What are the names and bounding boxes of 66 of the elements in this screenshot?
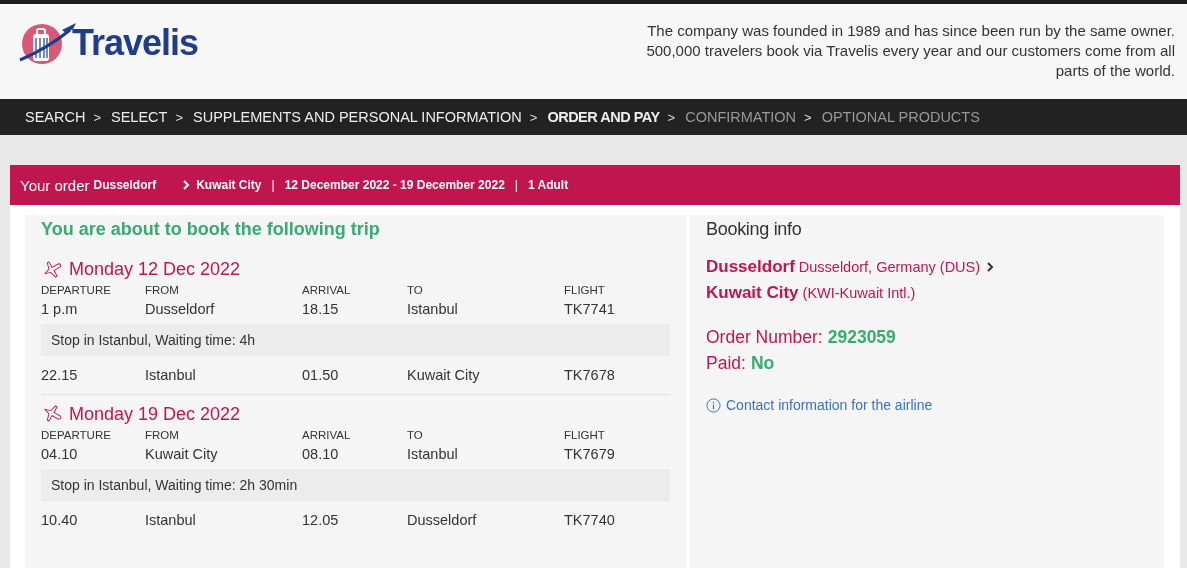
chevron-icon: [986, 262, 995, 272]
flight-cell-text: 12.05: [302, 511, 340, 530]
flight-cell-text: Istanbul: [407, 300, 459, 319]
leg-date: Monday 12 Dec 2022: [69, 258, 241, 280]
origin-city: Dusseldorf: [706, 257, 795, 277]
column-header: ARRIVAL: [302, 428, 352, 443]
column-header: FROM: [145, 428, 180, 443]
flight-cell-text: 04.10: [41, 445, 79, 464]
flight-cell-text: 08.10: [302, 445, 340, 464]
flight-cell-text: 1 p.m: [41, 300, 79, 319]
order-detail: 1 Adult: [527, 178, 569, 192]
breadcrumb-separator: >: [667, 109, 676, 125]
order-number-label: Order Number:: [706, 326, 823, 348]
breadcrumb-step[interactable]: SUPPLEMENTS AND PERSONAL INFORMATION: [193, 109, 522, 125]
flight-cell-text: Dusseldorf: [407, 511, 478, 530]
order-origin: Dusseldorf: [93, 178, 157, 192]
column-header: FLIGHT: [564, 283, 606, 298]
flight-cell-text: TK7740: [564, 511, 616, 530]
flight-cell-text: Istanbul: [407, 445, 459, 464]
breadcrumb-separator: >: [175, 109, 184, 125]
destination-city: Kuwait City: [706, 283, 799, 303]
column-header: ARRIVAL: [302, 283, 352, 298]
order-separator: |: [514, 178, 518, 192]
order-detail: 12 December 2022 - 19 December 2022: [284, 178, 505, 192]
flight-cell-text: Dusseldorf: [145, 300, 216, 319]
paid-value: No: [750, 352, 775, 374]
breadcrumb-separator: >: [93, 109, 102, 125]
stop-info: Stop in Istanbul, Waiting time: 4h: [41, 324, 670, 356]
flight-cell-text: TK7741: [564, 300, 616, 319]
order-number-value: 2923059: [827, 326, 896, 348]
column-header: TO: [407, 283, 424, 298]
flight-cell-text: 18.15: [302, 300, 340, 319]
paid-label: Paid:: [706, 352, 746, 374]
origin-airport: Dusseldorf, Germany (DUS): [798, 259, 981, 275]
stop-info: Stop in Istanbul, Waiting time: 2h 30min: [41, 469, 670, 501]
flight-cell-text: 22.15: [41, 366, 79, 385]
contact-link[interactable]: Contact information for the airline: [726, 397, 933, 413]
column-header: FLIGHT: [564, 428, 606, 443]
column-header: TO: [407, 428, 424, 443]
leg-date: Monday 19 Dec 2022: [69, 403, 241, 425]
info-icon: [706, 397, 721, 413]
column-header: FROM: [145, 283, 180, 298]
breadcrumb-separator: >: [529, 109, 538, 125]
order-destination: Kuwait City: [196, 178, 262, 192]
order-separator: |: [271, 178, 275, 192]
column-header: DEPARTURE: [41, 283, 112, 298]
chevron-icon: [182, 180, 191, 190]
about-text: The company was founded in 1989 and has since been run by the same owner. 500,000 travelers book via Travelis every year and our customers come from all parts of the world.: [645, 21, 1175, 81]
breadcrumb-separator: >: [804, 109, 812, 125]
flight-cell-text: Istanbul: [145, 366, 197, 385]
order-title: Your order: [20, 176, 90, 194]
destination-airport: (KWI-Kuwait Intl.): [802, 285, 916, 301]
breadcrumb-step[interactable]: SEARCH: [25, 109, 86, 125]
breadcrumb-step[interactable]: SELECT: [111, 109, 168, 125]
trip-heading: You are about to book the following trip: [41, 219, 381, 240]
flight-cell-text: TK7678: [564, 366, 616, 385]
booking-title: Booking info: [706, 219, 803, 240]
flight-cell-text: Kuwait City: [407, 366, 481, 385]
flight-cell-text: Istanbul: [145, 511, 197, 530]
breadcrumb-step[interactable]: ORDER AND PAY: [547, 109, 660, 125]
logo-text[interactable]: Travelis: [72, 22, 199, 64]
column-header: DEPARTURE: [41, 428, 112, 443]
flight-cell-text: 01.50: [302, 366, 340, 385]
flight-cell-text: 10.40: [41, 511, 79, 530]
flight-cell-text: Kuwait City: [145, 445, 219, 464]
flight-cell-text: TK7679: [564, 445, 616, 464]
